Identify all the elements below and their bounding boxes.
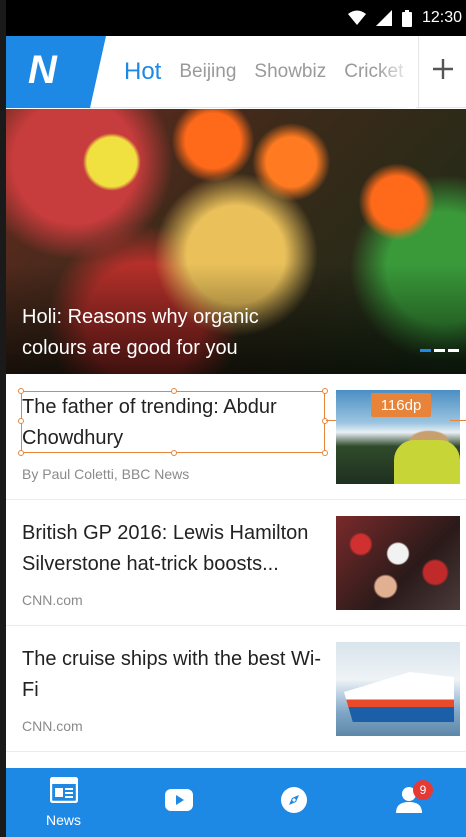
signal-icon bbox=[375, 10, 392, 26]
tabs-fade bbox=[376, 35, 416, 108]
news-title[interactable]: The cruise ships with the best Wi-Fi bbox=[22, 644, 327, 706]
add-tab-button[interactable] bbox=[418, 35, 466, 108]
compass-icon bbox=[280, 786, 308, 819]
tab-beijing[interactable]: Beijing bbox=[179, 61, 236, 83]
nav-news[interactable]: News bbox=[6, 768, 121, 837]
hero-dot-2[interactable] bbox=[434, 349, 445, 352]
news-source: CNN.com bbox=[22, 718, 83, 734]
nav-video[interactable] bbox=[121, 768, 236, 837]
dimension-line bbox=[326, 420, 336, 421]
selection-handle bbox=[322, 418, 328, 424]
news-title[interactable]: British GP 2016: Lewis Hamilton Silverst… bbox=[22, 518, 327, 580]
news-thumbnail[interactable] bbox=[336, 516, 460, 610]
phone-screen: 12:30 N Hot Beijing Showbiz Cricket Holi… bbox=[6, 0, 466, 837]
news-thumbnail[interactable] bbox=[336, 642, 460, 736]
selection-handle bbox=[171, 450, 177, 456]
hero-pagination bbox=[420, 349, 459, 352]
video-play-icon bbox=[164, 789, 193, 816]
selection-handle bbox=[322, 450, 328, 456]
nav-discover[interactable] bbox=[236, 768, 351, 837]
hero-dot-1[interactable] bbox=[420, 349, 431, 352]
app-header: N Hot Beijing Showbiz Cricket bbox=[6, 35, 466, 108]
bottom-navigation: News 9 bbox=[6, 768, 466, 837]
selection-handle bbox=[18, 388, 24, 394]
news-source: CNN.com bbox=[22, 592, 83, 608]
category-tabs: Hot Beijing Showbiz Cricket bbox=[124, 35, 416, 108]
selection-handle bbox=[18, 418, 24, 424]
plus-icon bbox=[432, 58, 454, 85]
news-source: By Paul Coletti, BBC News bbox=[22, 466, 190, 482]
tab-showbiz[interactable]: Showbiz bbox=[254, 61, 326, 83]
news-item[interactable]: British GP 2016: Lewis Hamilton Silverst… bbox=[6, 500, 466, 626]
tab-hot[interactable]: Hot bbox=[124, 58, 161, 86]
hero-title[interactable]: Holi: Reasons why organic colours are go… bbox=[22, 302, 322, 364]
logo-letter: N bbox=[28, 47, 57, 92]
notification-badge: 9 bbox=[413, 780, 433, 800]
selection-handle bbox=[171, 388, 177, 394]
selection-handle bbox=[18, 450, 24, 456]
wifi-icon bbox=[347, 10, 366, 26]
status-bar: 12:30 bbox=[6, 0, 466, 36]
newspaper-icon bbox=[49, 776, 78, 808]
nav-profile[interactable]: 9 bbox=[351, 768, 466, 837]
hero-banner[interactable]: Holi: Reasons why organic colours are go… bbox=[6, 109, 466, 374]
dimension-line bbox=[450, 420, 466, 421]
dimension-badge: 116dp bbox=[371, 393, 431, 417]
selection-handle bbox=[322, 388, 328, 394]
app-logo[interactable]: N bbox=[6, 35, 116, 108]
nav-news-label: News bbox=[45, 812, 81, 828]
status-time: 12:30 bbox=[421, 9, 462, 26]
battery-icon bbox=[401, 9, 412, 27]
hero-dot-3[interactable] bbox=[448, 349, 459, 352]
news-item[interactable]: The cruise ships with the best Wi-Fi CNN… bbox=[6, 626, 466, 752]
selection-box bbox=[18, 388, 328, 456]
